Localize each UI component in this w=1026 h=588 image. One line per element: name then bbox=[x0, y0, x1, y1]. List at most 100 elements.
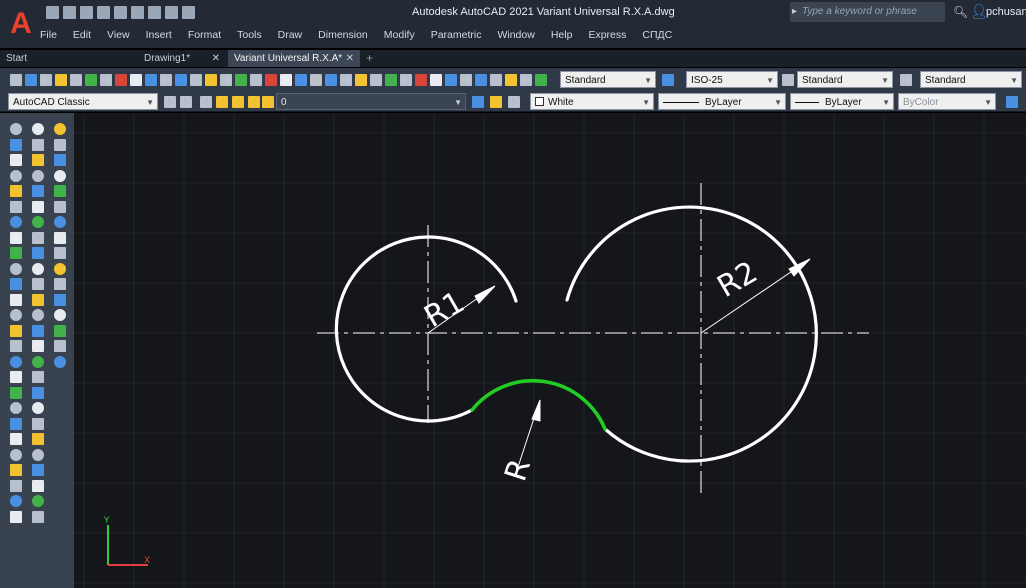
close-icon[interactable]: ✕ bbox=[346, 50, 354, 67]
draw-tool-icon[interactable] bbox=[32, 495, 44, 507]
toolbar-tool-icon[interactable] bbox=[325, 74, 337, 86]
save-as-icon[interactable] bbox=[97, 6, 110, 19]
draw-tool-icon[interactable] bbox=[32, 154, 44, 166]
draw-tool-icon[interactable] bbox=[10, 309, 22, 321]
draw-tool-icon[interactable] bbox=[32, 417, 44, 430]
toolbar-tool-icon[interactable] bbox=[250, 74, 262, 86]
autocad-logo-icon[interactable]: A bbox=[6, 6, 36, 42]
toolbar-tool-icon[interactable] bbox=[160, 74, 172, 86]
draw-tool-icon[interactable] bbox=[10, 278, 22, 290]
draw-tool-icon[interactable] bbox=[10, 433, 22, 445]
menu-format[interactable]: Format bbox=[188, 29, 221, 41]
add-tab-icon[interactable]: + bbox=[366, 50, 373, 67]
layer-tool-icon[interactable] bbox=[262, 96, 274, 108]
redo-icon[interactable] bbox=[165, 6, 178, 19]
draw-tool-icon[interactable] bbox=[10, 464, 22, 476]
draw-tool-icon[interactable] bbox=[54, 123, 66, 135]
toolbar-tool-icon[interactable] bbox=[220, 74, 232, 86]
draw-tool-icon[interactable] bbox=[54, 216, 66, 228]
draw-tool-icon[interactable] bbox=[54, 169, 66, 182]
menu-spds[interactable]: СПДС bbox=[642, 29, 672, 41]
plot-icon[interactable] bbox=[114, 6, 127, 19]
draw-tool-icon[interactable] bbox=[10, 479, 22, 492]
draw-tool-icon[interactable] bbox=[10, 169, 22, 182]
draw-tool-icon[interactable] bbox=[32, 262, 44, 275]
toolbar-tool-icon[interactable] bbox=[445, 74, 457, 86]
menu-insert[interactable]: Insert bbox=[146, 29, 172, 41]
draw-tool-icon[interactable] bbox=[10, 200, 22, 213]
toolbar-tool-icon[interactable] bbox=[40, 74, 52, 86]
print-icon[interactable] bbox=[131, 6, 144, 19]
menu-modify[interactable]: Modify bbox=[384, 29, 415, 41]
style-manager-icon[interactable] bbox=[900, 74, 912, 86]
toolbar-tool-icon[interactable] bbox=[475, 74, 487, 86]
multileader-style-select[interactable]: Standard ▼ bbox=[920, 71, 1022, 88]
draw-tool-icon[interactable] bbox=[32, 402, 44, 414]
draw-tool-icon[interactable] bbox=[10, 510, 22, 523]
toolbar-tool-icon[interactable] bbox=[385, 74, 397, 86]
share-icon[interactable] bbox=[182, 6, 195, 19]
toolbar-tool-icon[interactable] bbox=[205, 74, 217, 86]
toolbar-tool-icon[interactable] bbox=[415, 74, 427, 86]
toolbar-tool-icon[interactable] bbox=[145, 74, 157, 86]
toolbar-tool-icon[interactable] bbox=[505, 74, 517, 86]
draw-tool-icon[interactable] bbox=[32, 247, 44, 259]
table-style-select[interactable]: Standard ▼ bbox=[797, 71, 893, 88]
toolbar-tool-icon[interactable] bbox=[490, 74, 502, 86]
toolbar-tool-icon[interactable] bbox=[85, 74, 97, 86]
draw-tool-icon[interactable] bbox=[10, 371, 22, 383]
layer-tool-icon[interactable] bbox=[490, 96, 502, 108]
draw-tool-icon[interactable] bbox=[32, 123, 44, 135]
layer-tool-icon[interactable] bbox=[472, 96, 484, 108]
draw-tool-icon[interactable] bbox=[32, 340, 44, 352]
draw-tool-icon[interactable] bbox=[54, 324, 66, 337]
draw-tool-icon[interactable] bbox=[32, 169, 44, 182]
toolbar-tool-icon[interactable] bbox=[70, 74, 82, 86]
draw-tool-icon[interactable] bbox=[10, 293, 22, 306]
layer-select[interactable]: 0 ▼ bbox=[276, 93, 466, 110]
drawing-canvas[interactable]: R1 R2 R Y X bbox=[74, 113, 1026, 588]
draw-tool-icon[interactable] bbox=[10, 324, 22, 337]
toolbar-tool-icon[interactable] bbox=[265, 74, 277, 86]
draw-tool-icon[interactable] bbox=[54, 200, 66, 213]
draw-tool-icon[interactable] bbox=[10, 402, 22, 414]
draw-tool-icon[interactable] bbox=[32, 200, 44, 213]
toolbar-tool-icon[interactable] bbox=[175, 74, 187, 86]
draw-tool-icon[interactable] bbox=[32, 479, 44, 492]
lineweight-select[interactable]: ByLayer ▼ bbox=[790, 93, 894, 110]
draw-tool-icon[interactable] bbox=[32, 433, 44, 445]
toolbar-tool-icon[interactable] bbox=[340, 74, 352, 86]
workspace-select[interactable]: AutoCAD Classic ▼ bbox=[8, 93, 158, 110]
draw-tool-icon[interactable] bbox=[10, 340, 22, 352]
tab-start[interactable]: Start bbox=[0, 50, 112, 67]
username[interactable]: pchusanr bbox=[986, 6, 1026, 18]
color-select[interactable]: White ▼ bbox=[530, 93, 654, 110]
draw-tool-icon[interactable] bbox=[32, 324, 44, 337]
menu-parametric[interactable]: Parametric bbox=[431, 29, 482, 41]
toolbar-tool-icon[interactable] bbox=[10, 74, 22, 86]
draw-tool-icon[interactable] bbox=[32, 293, 44, 306]
layer-tool-icon[interactable] bbox=[232, 96, 244, 108]
draw-tool-icon[interactable] bbox=[54, 247, 66, 259]
draw-tool-icon[interactable] bbox=[54, 278, 66, 290]
draw-tool-icon[interactable] bbox=[10, 123, 22, 135]
toolbar-tool-icon[interactable] bbox=[295, 74, 307, 86]
draw-tool-icon[interactable] bbox=[10, 216, 22, 228]
toolbar-tool-icon[interactable] bbox=[190, 74, 202, 86]
draw-tool-icon[interactable] bbox=[32, 231, 44, 244]
search-icon[interactable]: 🔍︎ bbox=[953, 5, 968, 19]
style-manager-icon[interactable] bbox=[782, 74, 794, 86]
draw-tool-icon[interactable] bbox=[54, 340, 66, 352]
draw-tool-icon[interactable] bbox=[32, 371, 44, 383]
menu-view[interactable]: View bbox=[107, 29, 130, 41]
draw-tool-icon[interactable] bbox=[32, 278, 44, 290]
toolbar-tool-icon[interactable] bbox=[115, 74, 127, 86]
style-manager-icon[interactable] bbox=[662, 74, 674, 86]
menu-express[interactable]: Express bbox=[588, 29, 626, 41]
layer-tool-icon[interactable] bbox=[508, 96, 520, 108]
draw-tool-icon[interactable] bbox=[54, 355, 66, 368]
toolbar-tool-icon[interactable] bbox=[460, 74, 472, 86]
draw-tool-icon[interactable] bbox=[54, 262, 66, 275]
menu-draw[interactable]: Draw bbox=[278, 29, 303, 41]
toolbar-tool-icon[interactable] bbox=[370, 74, 382, 86]
